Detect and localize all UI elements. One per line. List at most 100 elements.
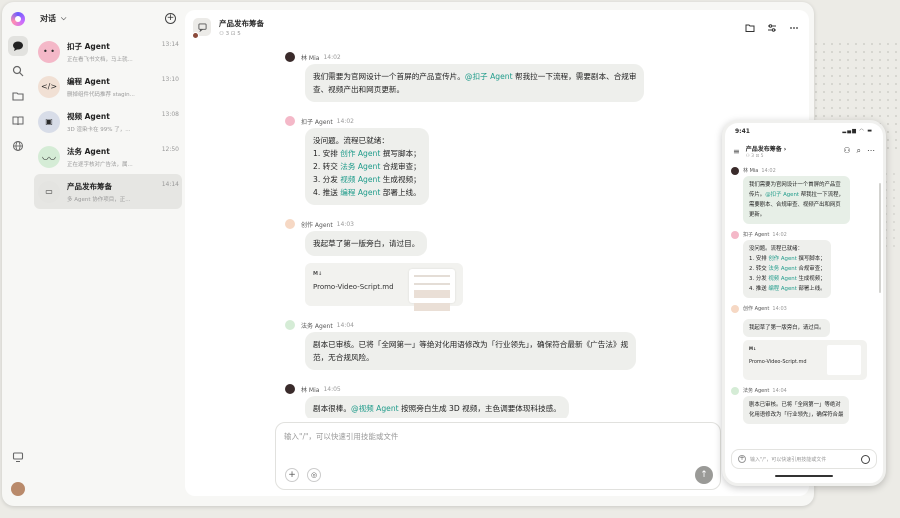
conversation-avatar: </>: [38, 75, 60, 98]
file-thumbnail: [827, 345, 861, 375]
mention-link[interactable]: @视频 Agent: [351, 404, 399, 413]
user-avatar[interactable]: [11, 482, 25, 496]
mention-link[interactable]: 创作 Agent: [340, 149, 380, 158]
message-text: 更新。: [749, 212, 766, 218]
group-chat-icon: [192, 18, 211, 39]
conversation-name-row: 扣子 Agent 13:14: [67, 41, 179, 52]
message-header: 法务 Agent 14:04: [285, 318, 715, 332]
menu-icon[interactable]: ≡: [733, 147, 740, 156]
mobile-more-icon[interactable]: ⋯: [867, 146, 875, 156]
voice-icon[interactable]: [861, 454, 870, 464]
settings-sliders-icon[interactable]: [767, 23, 777, 33]
conversation-meta: 产品发布筹备 14:14 多 Agent 协作项目，正...: [67, 181, 179, 203]
message-line: 传片。@扣子 Agent 帮我拉一下流程，: [749, 190, 844, 200]
mention-icon[interactable]: ◎: [307, 468, 321, 482]
sender-name: 林 Mia: [301, 54, 320, 62]
mention-link[interactable]: 法务 Agent: [340, 162, 380, 171]
message-input[interactable]: 输入"/"，可以快速引用技能或文件 + ◎ ↑: [275, 422, 721, 490]
chat-header: 产品发布筹备 ⚇ 3 ⊡ 5: [185, 10, 809, 44]
message: 林 Mia14:02我们需要为官网设计一个首屏的产品宣传片。@扣子 Agent …: [731, 165, 877, 224]
app-window: 对话 ⌵ + • • 扣子 Agent 13:14 正在看飞书文档，马上就... </>…: [2, 2, 814, 506]
sender-avatar: [731, 386, 739, 395]
mobile-chat-header: ≡ 产品发布筹备 › ⚇ 3 ⊡ 5 ⚇ ⌕ ⋯: [725, 139, 883, 163]
sender-name: 创作 Agent: [743, 306, 770, 312]
message-time: 14:02: [772, 231, 787, 238]
message-line: 我起草了第一版旁白，请过目。: [749, 323, 824, 333]
message-text: 1. 安排: [313, 149, 341, 158]
message-header: 创作 Agent 14:03: [731, 303, 877, 314]
mobile-message-feed: 林 Mia 14:02 我们需要为官网设计一个首屏的产品宣 传片。@扣子 Agent …: [725, 165, 883, 443]
search-icon[interactable]: [8, 61, 28, 81]
mention-link[interactable]: 视频 Agent: [340, 175, 380, 184]
monitor-icon[interactable]: [8, 447, 28, 467]
conversation-preview: 删掉组件代码推荐 stagin...: [67, 91, 135, 98]
message-text: 查、视频产出和网页更新。: [313, 85, 405, 94]
sender-name: 扣子 Agent: [743, 232, 770, 238]
sender-avatar: [285, 320, 295, 330]
mention-link[interactable]: @扣子 Agent: [765, 192, 799, 198]
message-text: 3. 分发: [313, 175, 341, 184]
message-time: 14:02: [336, 117, 354, 125]
folder-icon[interactable]: [8, 86, 28, 106]
mobile-chat-title[interactable]: 产品发布筹备 ›: [746, 144, 787, 153]
message-text: 帮我拉一下流程，需要剧本、合规审: [512, 72, 637, 81]
message: 扣子 Agent 14:02 没问题。流程已就绪： 1. 安排 创作 Agent 撰写…: [731, 229, 877, 298]
message-header: 林 Mia 14:02: [285, 50, 715, 64]
add-member-icon[interactable]: ⚇: [843, 146, 850, 156]
conversation-item[interactable]: </> 编程 Agent 13:10 删掉组件代码推荐 stagin...: [34, 69, 182, 104]
mention-link[interactable]: 视频 Agent: [768, 276, 796, 282]
message-bubble: 我们需要为官网设计一个首屏的产品宣传片。@扣子 Agent 帮我拉一下流程， 需要…: [743, 176, 850, 224]
message-text: 2. 转交: [749, 266, 769, 272]
sender-name: 创作 Agent: [301, 221, 333, 229]
message-line: 4. 推送 编程 Agent 部署上线。: [749, 284, 825, 294]
conversation-name: 视频 Agent: [67, 111, 110, 121]
mention-link[interactable]: 编程 Agent: [768, 286, 796, 292]
conversation-name: 法务 Agent: [67, 146, 110, 156]
files-icon[interactable]: [745, 23, 755, 33]
conversation-list-title[interactable]: 对话: [40, 13, 56, 24]
mobile-search-icon[interactable]: ⌕: [857, 146, 861, 156]
message-text: 我起草了第一版旁白，请过目。: [749, 325, 825, 331]
mobile-message-input[interactable]: + 输入"/"，可以快速引用技能或文件: [731, 449, 877, 469]
message-text: 生成视频；: [796, 276, 826, 282]
message-line: 剧本已审核。已将「全网第一」等绝对化用语修改为「行业领先」，确保符合最新《广告法…: [313, 338, 628, 351]
message-text: 化用语修改为「行业领先」，确保符合最: [749, 412, 844, 418]
conversation-item[interactable]: ▣ 视频 Agent 13:08 3D 渲染卡在 99% 了，...: [34, 104, 182, 139]
chat-icon[interactable]: [8, 36, 28, 56]
home-indicator: [775, 475, 833, 477]
new-chat-icon[interactable]: +: [165, 12, 176, 24]
message-text: 生成视频；: [380, 175, 421, 184]
message-header: 扣子 Agent 14:02: [285, 114, 715, 128]
mention-link[interactable]: 编程 Agent: [340, 188, 380, 197]
message-text: 剧本已审核。已将「全网第一」等绝对: [749, 402, 841, 408]
mention-link[interactable]: 创作 Agent: [768, 256, 796, 262]
message-line: 3. 分发 视频 Agent 生成视频；: [749, 274, 825, 284]
conversation-item[interactable]: ▭ 产品发布筹备 14:14 多 Agent 协作项目，正...: [34, 174, 182, 209]
sender-avatar: [285, 52, 295, 62]
message-header: 林 Mia 14:02: [731, 165, 877, 176]
mobile-add-icon[interactable]: +: [738, 455, 746, 463]
add-attachment-icon[interactable]: +: [285, 468, 299, 482]
conversation-preview: 正在逐字核对广告法，属...: [67, 161, 133, 168]
message-text: 2. 转交: [313, 162, 341, 171]
message: 创作 Agent 14:03 我起草了第一版旁白，请过目。 M↓ Promo-Video…: [731, 303, 877, 380]
book-icon[interactable]: [8, 111, 28, 131]
chevron-down-icon[interactable]: ⌵: [61, 14, 66, 23]
message-time: 14:03: [336, 220, 354, 228]
message-text: 我起草了第一版旁白，请过目。: [313, 239, 420, 248]
send-button[interactable]: ↑: [695, 466, 713, 484]
chat-panel: 产品发布筹备 ⚇ 3 ⊡ 5 林 Mia 14:02 我们需要为官网设计一个首屏的产…: [185, 10, 809, 496]
mobile-scrollbar[interactable]: [879, 183, 881, 293]
conversation-item[interactable]: • • 扣子 Agent 13:14 正在看飞书文档，马上就...: [34, 34, 182, 69]
conversation-item[interactable]: ◡◡ 法务 Agent 12:50 正在逐字核对广告法，属...: [34, 139, 182, 174]
more-icon[interactable]: [789, 23, 799, 33]
message-text: 需要剧本、合规审查、视频产出和网页: [749, 202, 841, 208]
chat-title: 产品发布筹备: [219, 18, 264, 28]
chat-members-count: ⚇ 3 ⊡ 5: [219, 30, 241, 37]
file-attachment[interactable]: M↓ Promo-Video-Script.md: [743, 340, 867, 380]
mention-link[interactable]: @扣子 Agent: [465, 72, 513, 81]
conversation-preview: 正在看飞书文档，马上就...: [67, 56, 133, 63]
globe-icon[interactable]: [8, 136, 28, 156]
file-attachment[interactable]: M↓ Promo-Video-Script.md: [305, 263, 463, 311]
mention-link[interactable]: 法务 Agent: [768, 266, 796, 272]
